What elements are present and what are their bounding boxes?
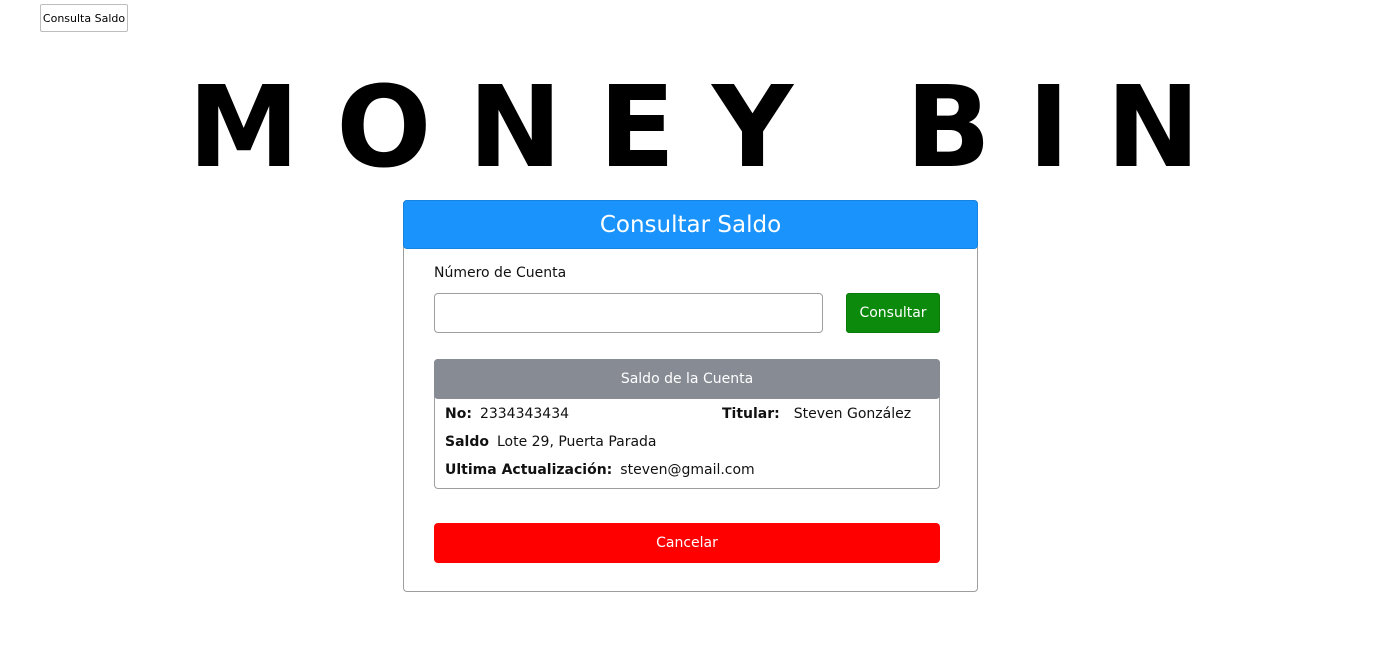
- consulta-saldo-tab[interactable]: Consulta Saldo: [40, 4, 128, 32]
- holder-label: Titular:: [722, 406, 780, 422]
- updated-value: steven@gmail.com: [620, 462, 755, 478]
- account-number-label: Número de Cuenta: [434, 265, 567, 281]
- account-number-row: No: 2334343434: [445, 406, 569, 422]
- saldo-value: Lote 29, Puerta Parada: [496, 434, 657, 450]
- money-bin-logo: MONEY BIN: [188, 76, 1200, 176]
- balance-panel: Saldo de la Cuenta No: 2334343434 Titular…: [434, 359, 940, 489]
- holder-value: Steven González: [793, 406, 912, 422]
- consultar-saldo-card: Consultar Saldo Número de Cuenta Consult…: [403, 200, 978, 592]
- account-number-value: 2334343434: [479, 406, 570, 422]
- saldo-label: Saldo: [445, 434, 489, 450]
- card-title: Consultar Saldo: [403, 200, 978, 249]
- consultar-button[interactable]: Consultar: [846, 293, 940, 333]
- cancelar-button[interactable]: Cancelar: [434, 523, 940, 563]
- updated-row: Ultima Actualización: steven@gmail.com: [445, 462, 755, 478]
- saldo-row: Saldo Lote 29, Puerta Parada: [445, 434, 657, 450]
- page: Consulta Saldo MONEY BIN Consultar Saldo…: [0, 0, 1390, 663]
- holder-row: Titular: Steven González: [722, 406, 911, 422]
- logo-text: MONEY BIN: [188, 76, 1200, 176]
- account-number-input[interactable]: [434, 293, 823, 333]
- account-number-field-label: No:: [445, 406, 472, 422]
- balance-panel-title: Saldo de la Cuenta: [434, 359, 940, 399]
- updated-label: Ultima Actualización:: [445, 462, 613, 478]
